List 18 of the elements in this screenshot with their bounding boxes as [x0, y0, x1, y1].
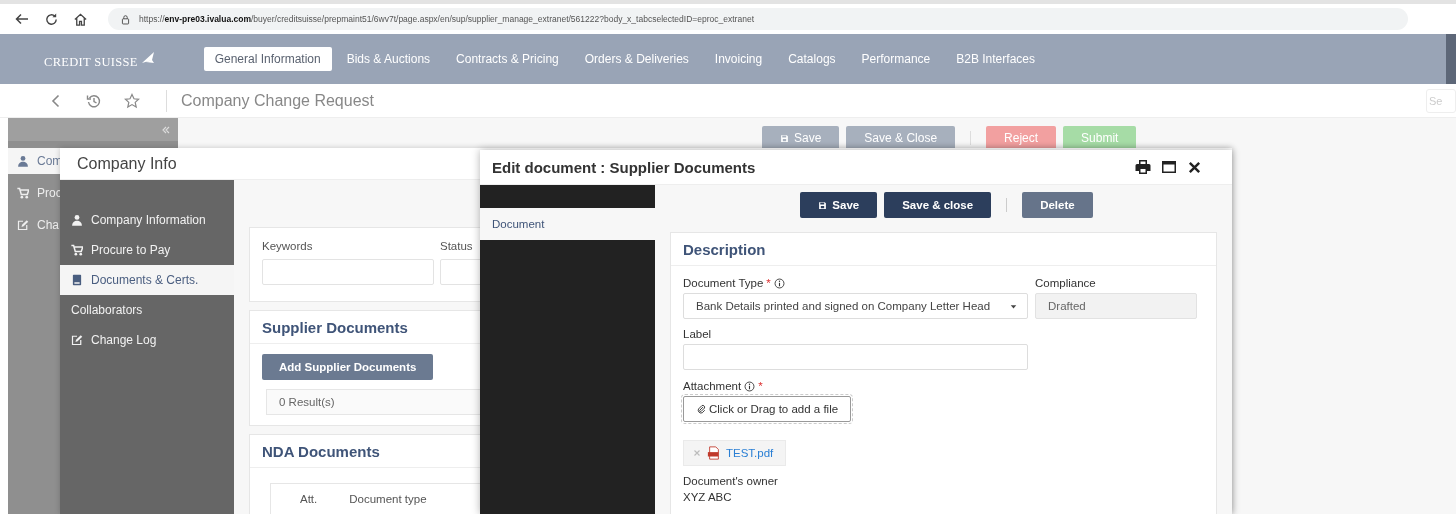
required-mark: *	[758, 380, 763, 392]
dialog-title: Edit document : Supplier Documents	[492, 158, 757, 176]
field-label: Keywords	[262, 240, 314, 252]
field-label: Document's owner	[683, 475, 778, 487]
owner-value: XYZ ABC	[683, 491, 733, 503]
column-header: Att.	[300, 493, 318, 505]
url-text: https://env-pre03.ivalua.com/buyer/creditsuisse/prepmaint51/6wv7t/page.aspx/en/sup/supplier_manage_extranet/561222?body_x_tabcselectedID=eproc_extranet	[139, 14, 754, 24]
required-mark: *	[766, 277, 771, 289]
page-title: Company Change Request	[181, 91, 375, 110]
field-label: Attachment	[683, 380, 742, 392]
field-label: Status	[440, 240, 474, 252]
field-label: Document Type	[683, 277, 764, 289]
field-label: Compliance	[1035, 277, 1096, 289]
card-title: Description	[671, 233, 1216, 266]
field-label: Label	[683, 328, 712, 340]
column-header: Document type	[349, 493, 427, 505]
compliance-field: Drafted	[1035, 293, 1197, 319]
logo-text: CREDIT SUISSE	[44, 54, 138, 70]
